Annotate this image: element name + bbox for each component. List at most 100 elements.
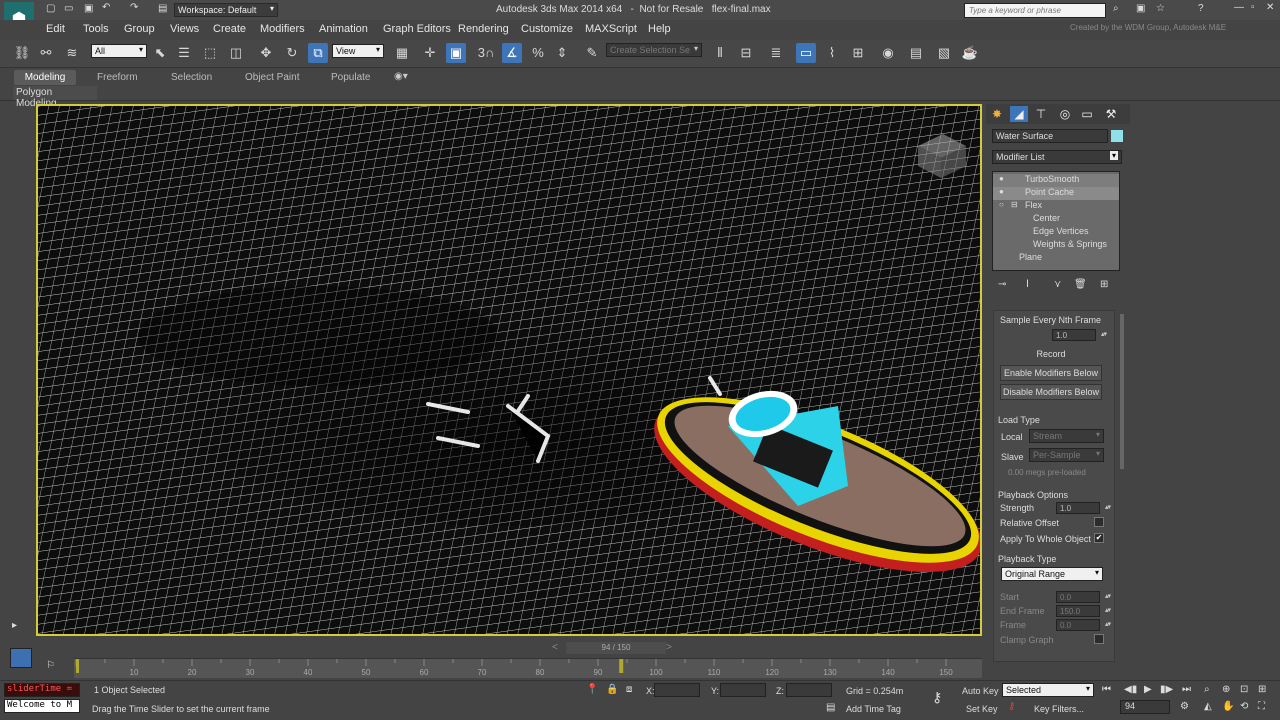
time-config-icon[interactable]: ⚙ [1180,701,1189,712]
ribbon-tab-freeform[interactable]: Freeform [97,72,138,83]
modifier-stack[interactable]: ● TurboSmooth ● Point Cache ○ ⊟ Flex Center … [992,171,1120,271]
next-frame-icon[interactable]: ▮▶ [1160,684,1173,695]
select-manipulate-icon[interactable]: ✛ [420,43,440,63]
pivot-center-icon[interactable]: ▦ [392,43,412,63]
pin-stack-icon[interactable]: ⊸ [998,279,1006,290]
named-selection-dropdown[interactable]: Create Selection Se ▾ [606,43,702,57]
auto-key-button[interactable]: Auto Key [962,686,999,696]
menu-tools[interactable]: Tools [83,23,109,35]
align-icon[interactable]: ⊟ [736,43,756,63]
display-tab-icon[interactable]: ▭ [1078,106,1096,122]
undo-icon[interactable]: ↶ [102,2,110,13]
object-color-swatch[interactable] [1111,130,1123,142]
menu-maxscript[interactable]: MAXScript [585,23,637,35]
field-of-view-icon[interactable]: ◭ [1204,701,1212,712]
move-icon[interactable]: ✥ [256,43,276,63]
selection-filter-dropdown[interactable]: All ▾ [91,44,147,58]
configure-modifier-sets-icon[interactable]: ⊞ [1100,279,1108,290]
play-icon[interactable]: ▶ [1144,684,1152,695]
render-production-icon[interactable]: ☕ [960,43,980,63]
stack-item-turbosmooth[interactable]: ● TurboSmooth [993,174,1119,187]
playback-type-dropdown[interactable]: Original Range ▾ [1001,567,1103,581]
spinner-snap-icon[interactable]: ⇕ [552,43,572,63]
menu-edit[interactable]: Edit [46,23,65,35]
stack-item-center[interactable]: Center [993,213,1119,226]
menu-modifiers[interactable]: Modifiers [260,23,305,35]
clamp-graph-checkbox[interactable] [1094,634,1104,644]
zoom-extents-all-icon[interactable]: ⊞ [1258,684,1266,695]
orbit-icon[interactable]: ⟲ [1240,701,1248,712]
angle-snap-icon[interactable]: ∡ [502,43,522,63]
link-icon[interactable]: ⛓ [12,43,32,63]
menu-animation[interactable]: Animation [319,23,368,35]
open-file-icon[interactable]: ▭ [64,3,73,14]
time-slider-track[interactable]: < 94 / 150 > [36,642,982,654]
favorites-icon[interactable]: ☆ [1156,3,1165,14]
ribbon-toggle-icon[interactable]: ▭ [796,43,816,63]
selection-lock-icon[interactable]: 📍 [586,684,598,695]
rotate-icon[interactable]: ↻ [282,43,302,63]
perspective-viewport[interactable] [36,104,982,636]
record-button[interactable]: Record [1000,346,1102,362]
object-name-field[interactable]: Water Surface [992,129,1108,143]
utilities-tab-icon[interactable]: ⚒ [1102,106,1120,122]
select-object-icon[interactable]: ⬉ [150,43,170,63]
viewport-maximize-icon[interactable]: ▸ [12,620,17,631]
disable-modifiers-below-button[interactable]: Disable Modifiers Below [1000,384,1102,400]
hierarchy-tab-icon[interactable]: ⊤ [1032,106,1050,122]
menu-create[interactable]: Create [213,23,246,35]
maximize-icon[interactable]: ▫ [1251,2,1255,13]
enable-modifiers-below-button[interactable]: Enable Modifiers Below [1000,365,1102,381]
menu-rendering[interactable]: Rendering [458,23,509,35]
create-tab-icon[interactable]: ✸ [988,106,1006,122]
zoom-icon[interactable]: ⌕ [1204,684,1210,695]
y-coord-field[interactable] [720,683,766,697]
ribbon-tab-object-paint[interactable]: Object Paint [245,72,299,83]
local-dropdown[interactable]: Stream ▾ [1029,429,1104,443]
select-by-name-icon[interactable]: ☰ [174,43,194,63]
key-icon[interactable]: ⚷ [932,689,942,706]
lock-icon[interactable]: 🔒 [606,684,618,695]
search-input[interactable]: Type a keyword or phrase [964,3,1106,18]
close-icon[interactable]: ✕ [1266,2,1274,13]
go-to-end-icon[interactable]: ⏭ [1182,684,1191,695]
minimize-icon[interactable]: — [1234,2,1244,13]
material-editor-icon[interactable]: ◉ [878,43,898,63]
search-icon[interactable]: ⌕ [1113,3,1119,14]
show-end-result-icon[interactable]: Ⅰ [1026,279,1029,290]
track-bar[interactable]: 10 20 30 40 50 60 70 80 90 100 110 120 130 140 150 [74,658,982,678]
ribbon-tab-populate[interactable]: Populate [331,72,370,83]
previous-frame-icon[interactable]: ◀▮ [1124,684,1137,695]
stack-item-point-cache[interactable]: ● Point Cache [993,187,1119,200]
snap-toggle-icon[interactable]: 3∩ [476,43,496,63]
key-mode-dropdown[interactable]: Selected ▾ [1002,683,1094,697]
keyboard-shortcut-icon[interactable]: ▣ [446,43,466,63]
render-setup-icon[interactable]: ▤ [906,43,926,63]
layer-manager-icon[interactable]: ≣ [766,43,786,63]
ribbon-tab-modeling[interactable]: Modeling [14,70,76,85]
menu-views[interactable]: Views [170,23,199,35]
set-key-icon[interactable]: ⚷ [1008,701,1015,712]
workspace-dropdown[interactable]: Workspace: Default ▾ [174,3,278,17]
zoom-all-icon[interactable]: ⊕ [1222,684,1230,695]
percent-snap-icon[interactable]: % [528,43,548,63]
strength-spinner[interactable]: 1.0 [1056,502,1110,514]
z-coord-field[interactable] [786,683,832,697]
pan-icon[interactable]: ✋ [1222,701,1234,712]
menu-graph-editors[interactable]: Graph Editors [383,23,451,35]
modify-tab-icon[interactable]: ◢ [1010,106,1028,122]
frame-spinner[interactable]: 0.0 [1056,619,1110,631]
time-slider-thumb[interactable]: 94 / 150 [566,642,666,654]
maxscript-listener-field[interactable]: sliderTime = [4,683,80,697]
start-spinner[interactable]: 0.0 [1056,591,1110,603]
stack-item-edge-vertices[interactable]: Edge Vertices [993,226,1119,239]
mirror-icon[interactable]: ⫴ [710,43,730,63]
save-icon[interactable]: ▣ [84,3,93,14]
open-mini-curve-editor-icon[interactable] [10,648,32,668]
add-time-tag-button[interactable]: Add Time Tag [846,704,901,714]
stack-item-flex[interactable]: ○ ⊟ Flex [993,200,1119,213]
ribbon-panel-polygon-modeling[interactable]: Polygon Modeling [13,86,97,109]
apply-whole-object-checkbox[interactable]: ✔ [1094,533,1104,543]
slave-dropdown[interactable]: Per-Sample ▾ [1029,448,1104,462]
ribbon-tab-selection[interactable]: Selection [171,72,212,83]
